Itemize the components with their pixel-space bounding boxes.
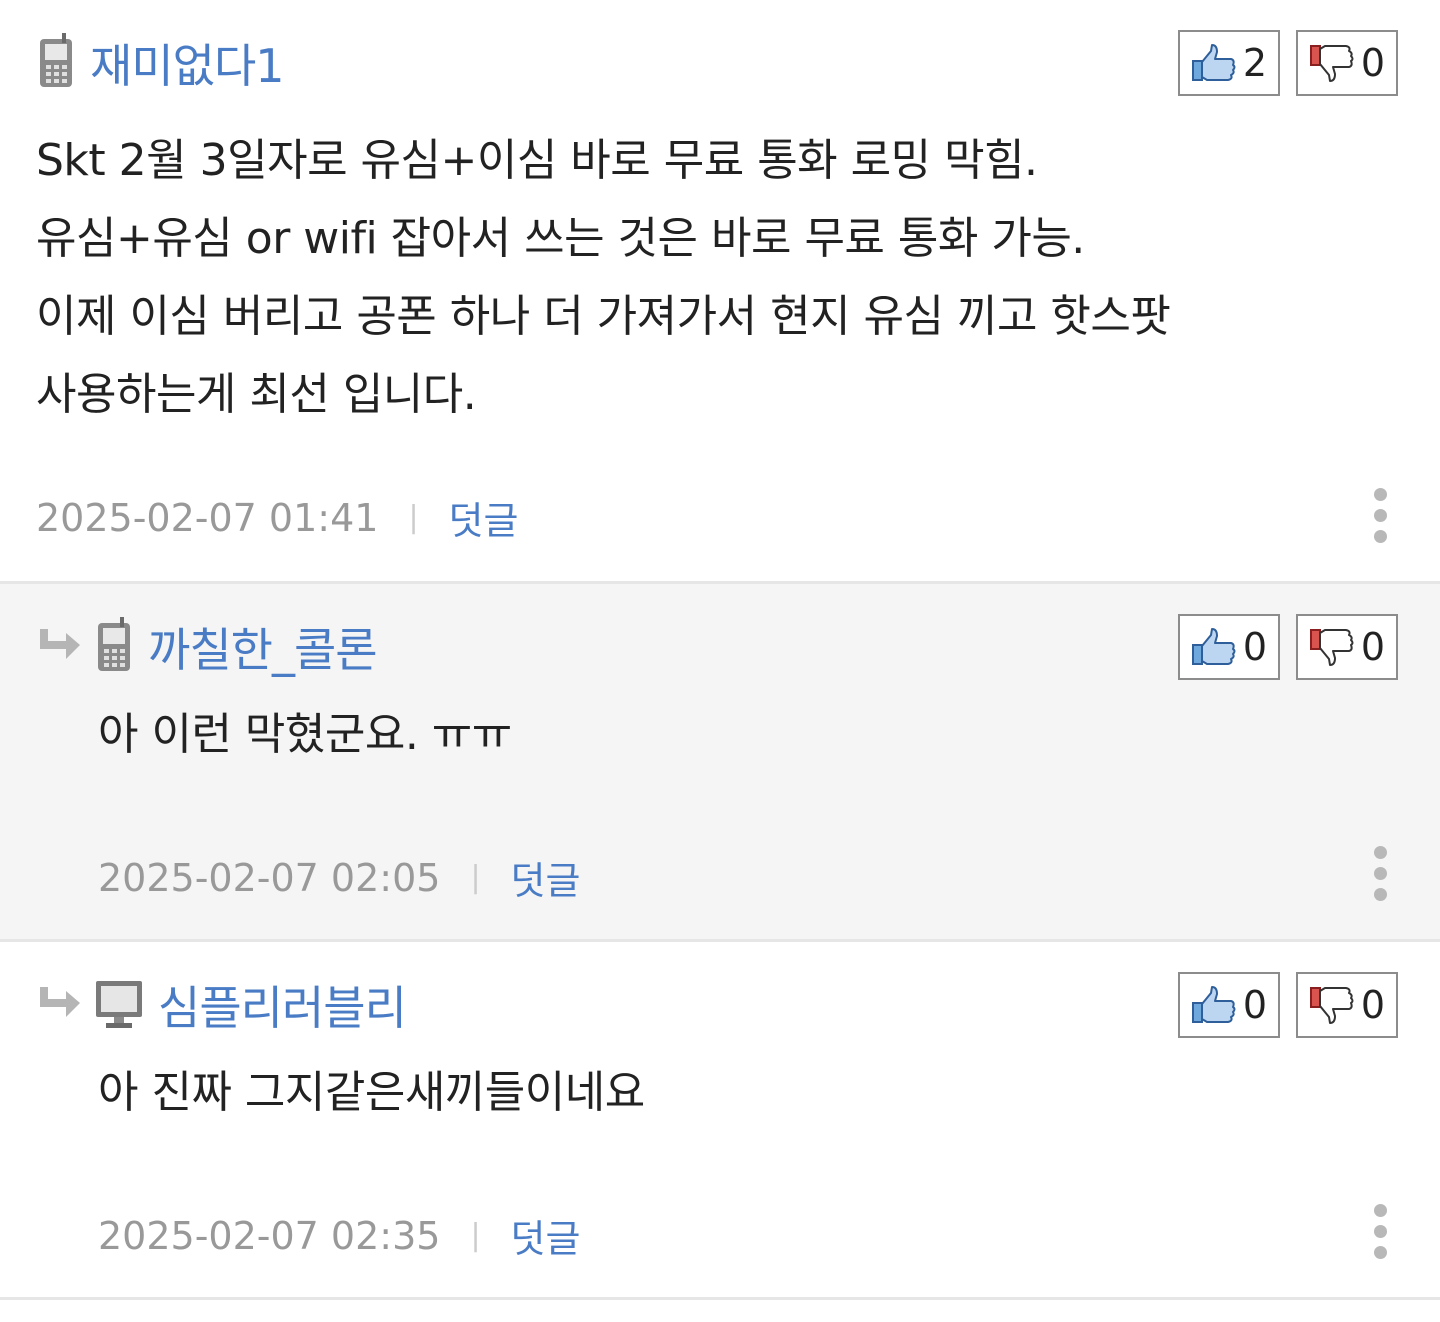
comment-author[interactable]: 까칠한_콜론: [148, 614, 378, 680]
reply-arrow-icon: [36, 983, 94, 1027]
comment-line: 유심+유심 or wifi 잡아서 쓰는 것은 바로 무료 통화 가능.: [36, 213, 1085, 264]
like-count: 0: [1242, 983, 1268, 1027]
comment-line: Skt 2월 3일자로 유심+이심 바로 무료 통화 로밍 막힘.: [36, 135, 1038, 186]
reply-link[interactable]: 덧글: [511, 1208, 581, 1263]
mobile-phone-icon: [36, 33, 90, 93]
like-count: 0: [1242, 625, 1268, 669]
like-button[interactable]: 0: [1178, 972, 1280, 1038]
comment-header: 까칠한_콜론: [36, 614, 378, 680]
like-count: 2: [1242, 41, 1268, 85]
comment-body: Skt 2월 3일자로 유심+이심 바로 무료 통화 로밍 막힘. 유심+유심 …: [36, 122, 1171, 434]
comment-line: 아 진짜 그지같은새끼들이네요: [98, 1067, 645, 1118]
comment-author[interactable]: 심플리러블리: [158, 972, 407, 1038]
comment-meta: 2025-02-07 02:35 | 덧글: [98, 1208, 580, 1263]
thumbs-up-icon: [1191, 628, 1236, 665]
like-button[interactable]: 2: [1178, 30, 1280, 96]
thumbs-down-icon: [1309, 45, 1354, 82]
reply-link[interactable]: 덧글: [449, 490, 519, 545]
thumbs-up-icon: [1191, 986, 1236, 1023]
mobile-phone-icon: [94, 617, 148, 677]
comment-body: 아 이런 막혔군요. ㅠㅠ: [98, 696, 512, 774]
thumbs-down-icon: [1309, 629, 1354, 666]
comment-header: 심플리러블리: [36, 972, 407, 1038]
comment-header: 재미없다1: [36, 30, 285, 96]
meta-separator: |: [470, 860, 481, 895]
comment-line: 사용하는게 최선 입니다.: [36, 369, 477, 420]
comment-line: 이제 이심 버리고 공폰 하나 더 가져가서 현지 유심 끼고 핫스팟: [36, 291, 1171, 342]
comment-item: 재미없다1 2 0 Skt 2월 3일자로 유심+이심 바로 무료 통화 로밍 …: [0, 0, 1440, 584]
comment-meta: 2025-02-07 01:41 | 덧글: [36, 490, 518, 545]
reply-comment-item: 심플리러블리 0 0 아 진짜 그지같은새끼들이네요 2025-02-07 02…: [0, 942, 1440, 1300]
comment-timestamp: 2025-02-07 02:35: [98, 1213, 441, 1258]
reply-arrow-icon: [36, 625, 94, 669]
like-button[interactable]: 0: [1178, 614, 1280, 680]
comment-timestamp: 2025-02-07 01:41: [36, 495, 379, 540]
vote-controls: 2 0: [1178, 30, 1398, 96]
dislike-button[interactable]: 0: [1296, 972, 1398, 1038]
comment-meta: 2025-02-07 02:05 | 덧글: [98, 850, 580, 905]
more-options-icon[interactable]: [1374, 1204, 1388, 1259]
more-options-icon[interactable]: [1374, 846, 1388, 901]
reply-link[interactable]: 덧글: [511, 850, 581, 905]
comment-body: 아 진짜 그지같은새끼들이네요: [98, 1054, 645, 1132]
reply-comment-item: 까칠한_콜론 0 0 아 이런 막혔군요. ㅠㅠ 2025-02-07 02:0…: [0, 584, 1440, 942]
dislike-count: 0: [1360, 41, 1386, 85]
comment-author[interactable]: 재미없다1: [90, 30, 285, 96]
more-options-icon[interactable]: [1374, 488, 1388, 543]
desktop-monitor-icon: [94, 975, 158, 1035]
meta-separator: |: [470, 1218, 481, 1253]
thumbs-up-icon: [1191, 44, 1236, 81]
meta-separator: |: [408, 500, 419, 535]
dislike-count: 0: [1360, 983, 1386, 1027]
comment-line: 아 이런 막혔군요. ㅠㅠ: [98, 709, 512, 760]
dislike-button[interactable]: 0: [1296, 614, 1398, 680]
dislike-count: 0: [1360, 625, 1386, 669]
vote-controls: 0 0: [1178, 972, 1398, 1038]
thumbs-down-icon: [1309, 987, 1354, 1024]
comment-timestamp: 2025-02-07 02:05: [98, 855, 441, 900]
vote-controls: 0 0: [1178, 614, 1398, 680]
dislike-button[interactable]: 0: [1296, 30, 1398, 96]
